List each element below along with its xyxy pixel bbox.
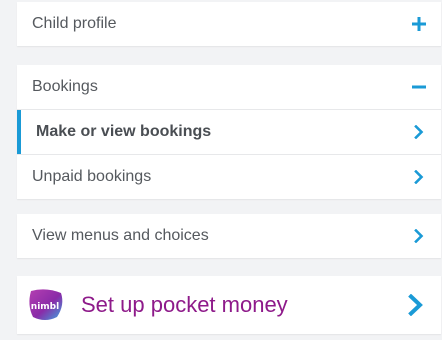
set-up-pocket-money-label: Set up pocket money xyxy=(81,292,288,317)
plus-icon[interactable] xyxy=(412,17,426,31)
minus-icon[interactable] xyxy=(412,80,426,94)
menus-card: View menus and choices xyxy=(17,214,441,258)
set-up-pocket-money-row[interactable]: nimbl Set up pocket money xyxy=(17,276,441,334)
pocket-money-card: nimbl Set up pocket money xyxy=(17,276,441,334)
chevron-right-icon xyxy=(412,170,426,184)
child-profile-label: Child profile xyxy=(32,15,117,32)
svg-text:nimbl: nimbl xyxy=(31,302,59,312)
child-profile-row[interactable]: Child profile xyxy=(17,2,441,46)
sidebar-item-view-menus-and-choices[interactable]: View menus and choices xyxy=(17,214,441,258)
bookings-card: Bookings Make or view bookings Unpaid bo… xyxy=(17,65,441,199)
make-or-view-bookings-label: Make or view bookings xyxy=(36,123,212,140)
bookings-label: Bookings xyxy=(32,78,98,95)
nimbl-logo-icon: nimbl xyxy=(27,287,65,323)
chevron-right-icon xyxy=(412,125,426,139)
view-menus-label: View menus and choices xyxy=(32,227,209,244)
chevron-right-icon xyxy=(406,294,426,316)
bookings-header-row[interactable]: Bookings xyxy=(17,65,441,109)
unpaid-bookings-label: Unpaid bookings xyxy=(32,168,152,185)
chevron-right-icon xyxy=(412,229,426,243)
child-profile-card: Child profile xyxy=(17,2,441,46)
sidebar-item-unpaid-bookings[interactable]: Unpaid bookings xyxy=(17,155,441,199)
sidebar-item-make-or-view-bookings[interactable]: Make or view bookings xyxy=(17,110,441,154)
